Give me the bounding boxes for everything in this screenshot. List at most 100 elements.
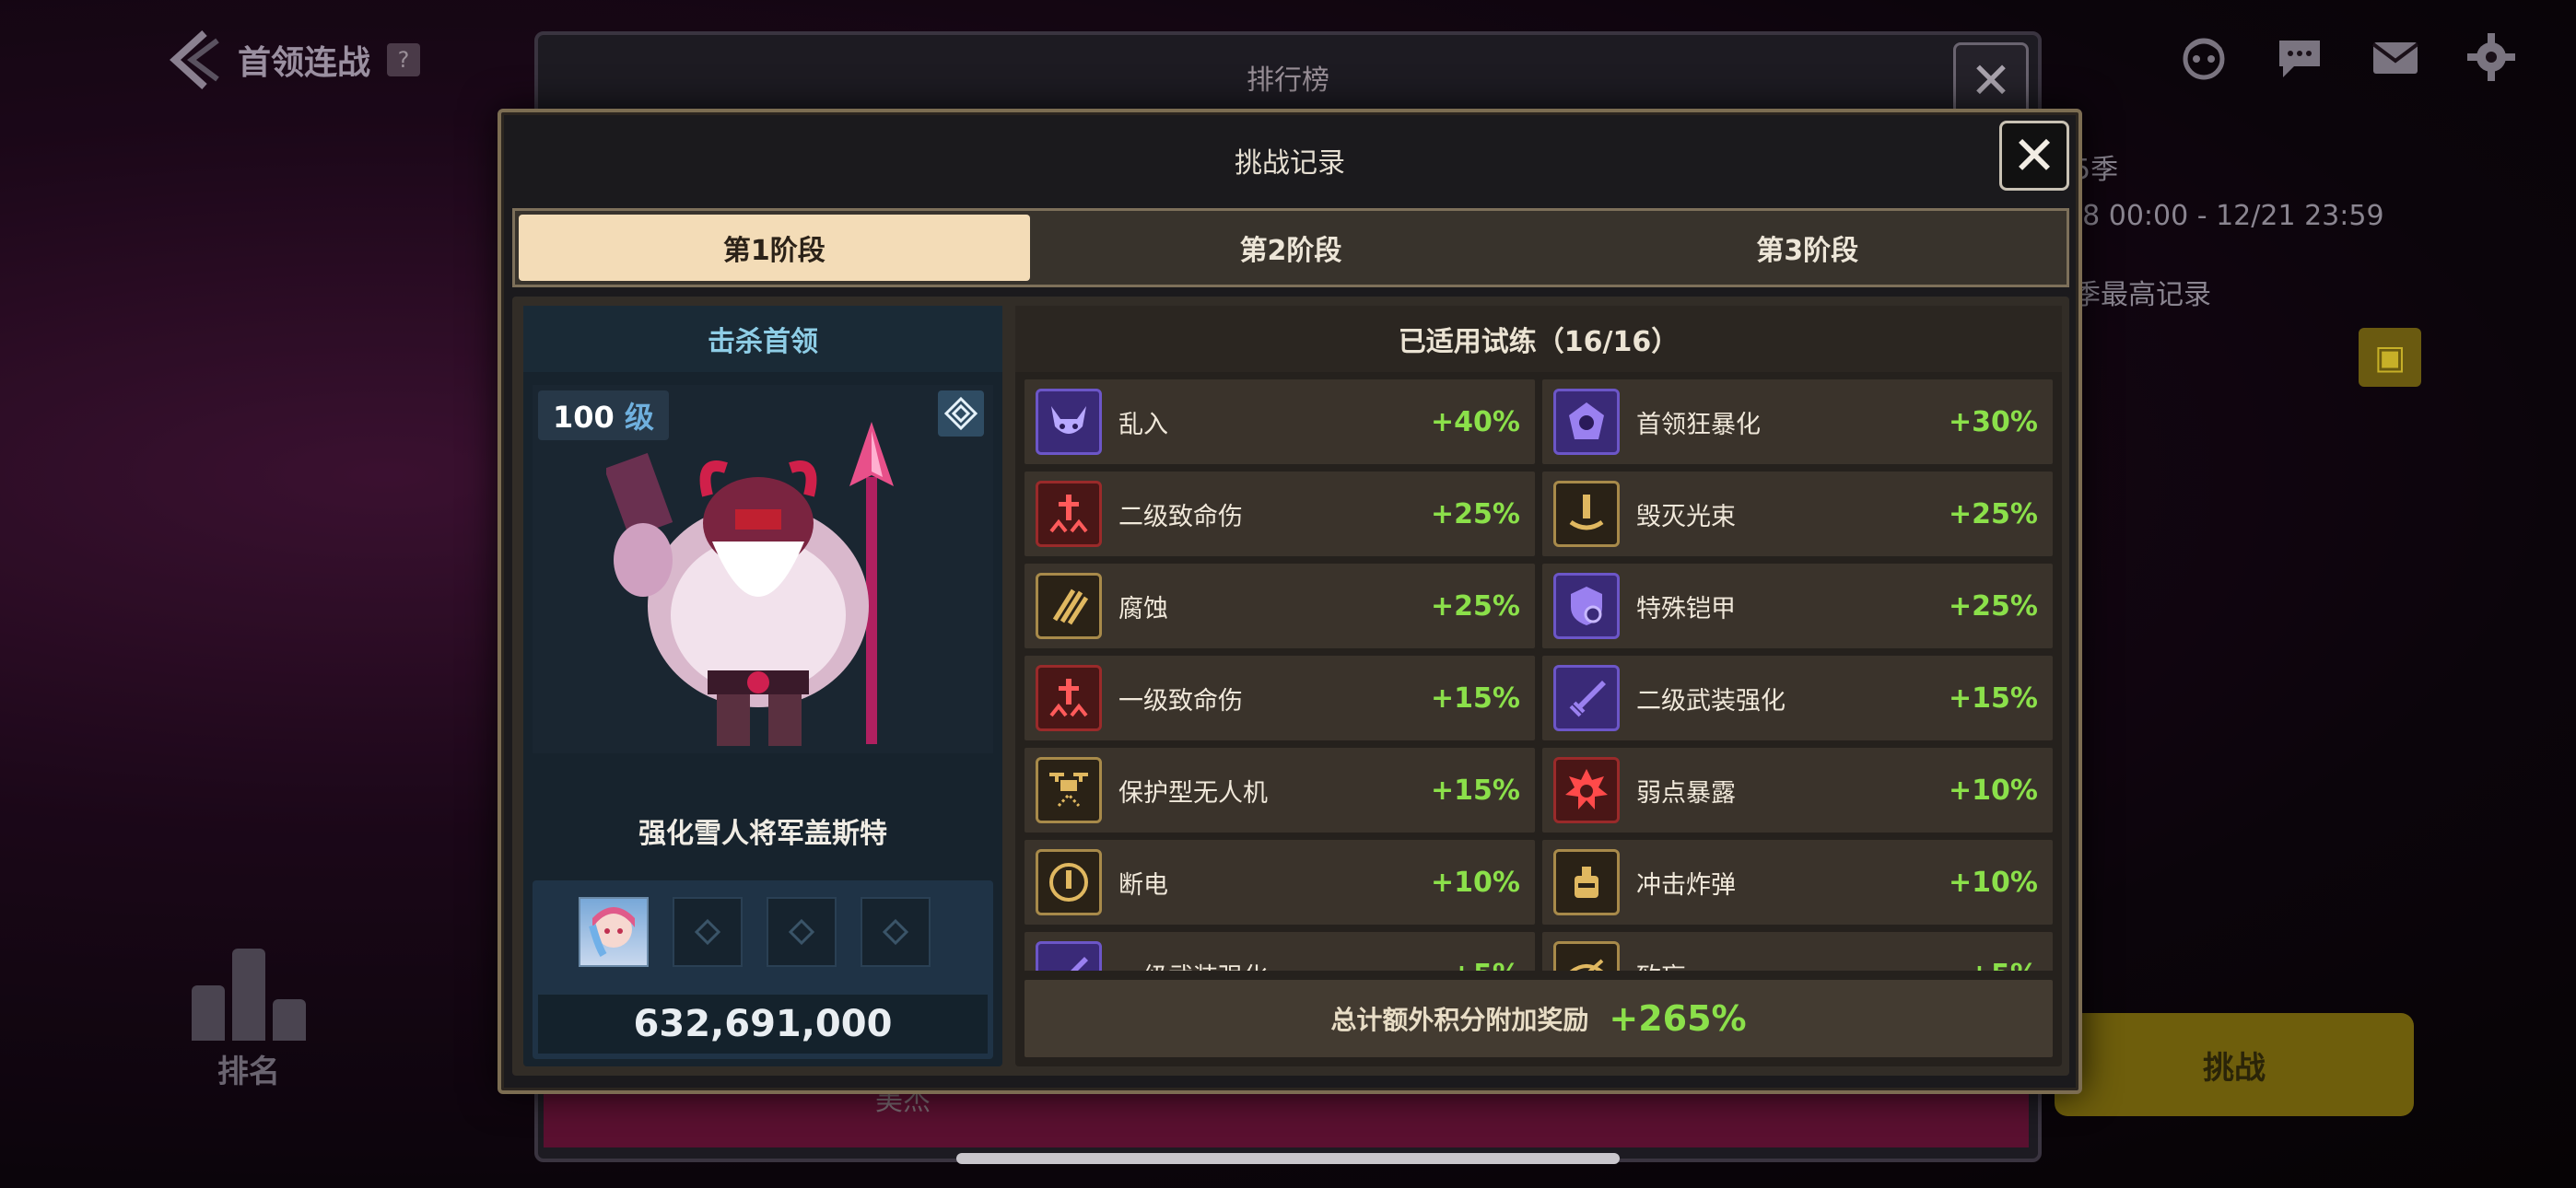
trial-name: 二级武装强化 xyxy=(1636,686,1786,716)
help-button[interactable]: ? xyxy=(387,43,421,76)
trial-name: 冲击炸弹 xyxy=(1636,870,1736,900)
best-record-label: 季最高记录 xyxy=(2073,279,2211,311)
trial-value: +10% xyxy=(1949,866,2038,899)
boss-card-header: 击杀首领 xyxy=(523,306,1002,372)
trial-row: 保护型无人机 +15% xyxy=(1025,748,1535,833)
challenge-record-modal: 挑战记录 ✕ 第1阶段 第2阶段 第3阶段 击杀首领 100 级 强化雪人将军盖… xyxy=(498,109,2082,1094)
trial-row: 冲击炸弹 +10% xyxy=(1542,840,2053,925)
party-panel: 632,691,000 xyxy=(533,880,993,1059)
trial-row: 乱入 +40% xyxy=(1025,379,1535,464)
trial-row: 特殊铠甲 +25% xyxy=(1542,564,2053,648)
trial-value: +25% xyxy=(1949,589,2038,623)
trial-row: 毁灭光束 +25% xyxy=(1542,472,2053,556)
season-dates: /8 00:00 - 12/21 23:59 xyxy=(2073,199,2384,232)
trial-name: 首领狂暴化 xyxy=(1636,410,1761,439)
trial-row: 一级武装强化+5% xyxy=(1025,932,1535,971)
podium-icon xyxy=(175,939,322,1041)
boss-score: 632,691,000 xyxy=(538,995,988,1054)
trial-list[interactable]: 乱入 +40% 首领狂暴化 +30% 二级致命伤 +25% 毁灭光束 +25% 腐蚀 +25% 特殊… xyxy=(1025,379,2053,971)
trial-value: +40% xyxy=(1431,405,1520,438)
trial-value: +25% xyxy=(1949,497,2038,530)
trial-grid: 乱入 +40% 首领狂暴化 +30% 二级致命伤 +25% 毁灭光束 +25% 腐蚀 +25% 特殊… xyxy=(1025,379,2053,971)
trial-value: +30% xyxy=(1949,405,2038,438)
trial-row: 二级武装强化 +15% xyxy=(1542,656,2053,740)
enraged-boss-icon xyxy=(1553,389,1620,455)
top-nav: 首领连战 ? xyxy=(166,28,421,92)
total-bonus-bar: 总计额外积分附加奖励 +265% xyxy=(1025,980,2053,1057)
hero-avatar[interactable] xyxy=(579,897,649,967)
rank-nav-label: 排名 xyxy=(217,1054,280,1090)
trial-value: +25% xyxy=(1431,497,1520,530)
trials-panel: 已适用试练（16/16） 乱入 +40% 首领狂暴化 +30% 二级致命伤 +25% 毁灭光… xyxy=(1015,306,2062,1066)
horned-demon-icon xyxy=(1036,389,1102,455)
mail-icon[interactable] xyxy=(2366,28,2425,87)
trial-value: +10% xyxy=(1949,774,2038,807)
back-icon[interactable] xyxy=(166,28,221,92)
trial-row: 腐蚀 +25% xyxy=(1025,564,1535,648)
top-icons xyxy=(2174,28,2521,87)
tab-stage-3[interactable]: 第3阶段 xyxy=(1551,215,2063,281)
stage-tabs: 第1阶段 第2阶段 第3阶段 xyxy=(512,208,2069,287)
chat-icon[interactable] xyxy=(2270,28,2329,87)
trial-name: 一级武装强化 xyxy=(1118,957,1450,972)
home-indicator[interactable] xyxy=(956,1153,1620,1164)
trial-row: 首领狂暴化 +30% xyxy=(1542,379,2053,464)
diamond-info-icon[interactable] xyxy=(938,390,984,437)
trial-row: 一级致命伤 +15% xyxy=(1025,656,1535,740)
party-slots xyxy=(579,897,931,967)
season-info: 5季 /8 00:00 - 12/21 23:59 xyxy=(2073,147,2384,239)
trials-header: 已适用试练（16/16） xyxy=(1015,306,2062,372)
trial-name: 二级致命伤 xyxy=(1118,502,1243,531)
boss-sprite xyxy=(606,422,894,746)
gear-icon[interactable] xyxy=(2462,28,2521,87)
beam-icon xyxy=(1553,481,1620,547)
critical-wound-icon xyxy=(1036,665,1102,731)
trial-value: +25% xyxy=(1431,589,1520,623)
armor-icon xyxy=(1553,573,1620,639)
tab-stage-2[interactable]: 第2阶段 xyxy=(1036,215,1547,281)
season-label: 5季 xyxy=(2073,154,2119,186)
rank-nav-button[interactable]: 排名 xyxy=(175,939,322,1091)
trial-name: 乱入 xyxy=(1118,410,1168,439)
empty-slot-icon[interactable] xyxy=(861,897,931,967)
trial-name: 保护型无人机 xyxy=(1118,778,1268,808)
stage-content: 击杀首领 100 级 强化雪人将军盖斯特 632,691,000 已适用试练（1… xyxy=(512,297,2069,1076)
trial-value: +10% xyxy=(1431,866,1520,899)
trial-row: 二级致命伤 +25% xyxy=(1025,472,1535,556)
total-bonus-label: 总计额外积分附加奖励 xyxy=(1330,1005,1589,1035)
power-off-icon xyxy=(1036,849,1102,915)
total-bonus-value: +265% xyxy=(1609,998,1747,1039)
modal-close-button[interactable]: ✕ xyxy=(1999,121,2069,191)
bomb-icon xyxy=(1553,849,1620,915)
ranking-close-button[interactable]: ✕ xyxy=(1953,42,2029,118)
trial-value: +5% xyxy=(1450,959,1520,972)
trial-name: 一级致命伤 xyxy=(1118,686,1243,716)
gift-icon[interactable]: ▣ xyxy=(2359,328,2421,387)
trial-name: 腐蚀 xyxy=(1118,594,1168,623)
boss-card: 击杀首领 100 级 强化雪人将军盖斯特 632,691,000 xyxy=(523,306,1002,1066)
trial-row: 弱点暴露 +10% xyxy=(1542,748,2053,833)
blind-icon xyxy=(1553,941,1620,971)
weakpoint-icon xyxy=(1553,757,1620,823)
drone-icon xyxy=(1036,757,1102,823)
critical-wound-icon xyxy=(1036,481,1102,547)
trial-name: 特殊铠甲 xyxy=(1636,594,1736,623)
tab-stage-1[interactable]: 第1阶段 xyxy=(519,215,1030,281)
modal-title: 挑战记录 xyxy=(1235,147,1345,180)
trial-name: 毁灭光束 xyxy=(1636,502,1736,531)
trial-row: 断电 +10% xyxy=(1025,840,1535,925)
boss-art: 100 级 xyxy=(533,385,993,753)
empty-slot-icon[interactable] xyxy=(767,897,837,967)
trial-value: +5% xyxy=(1968,959,2038,972)
sword-up-icon xyxy=(1553,665,1620,731)
trial-name: 致盲 xyxy=(1636,957,1968,972)
corrosion-icon xyxy=(1036,573,1102,639)
trial-value: +15% xyxy=(1431,681,1520,715)
gang-icon[interactable] xyxy=(2174,28,2233,87)
ranking-title: 排行榜 xyxy=(1247,64,1329,97)
challenge-button[interactable]: 挑战 xyxy=(2055,1013,2414,1116)
empty-slot-icon[interactable] xyxy=(673,897,743,967)
trial-row: 致盲+5% xyxy=(1542,932,2053,971)
nav-title: 首领连战 xyxy=(238,44,371,82)
sword-up-icon xyxy=(1036,941,1102,971)
